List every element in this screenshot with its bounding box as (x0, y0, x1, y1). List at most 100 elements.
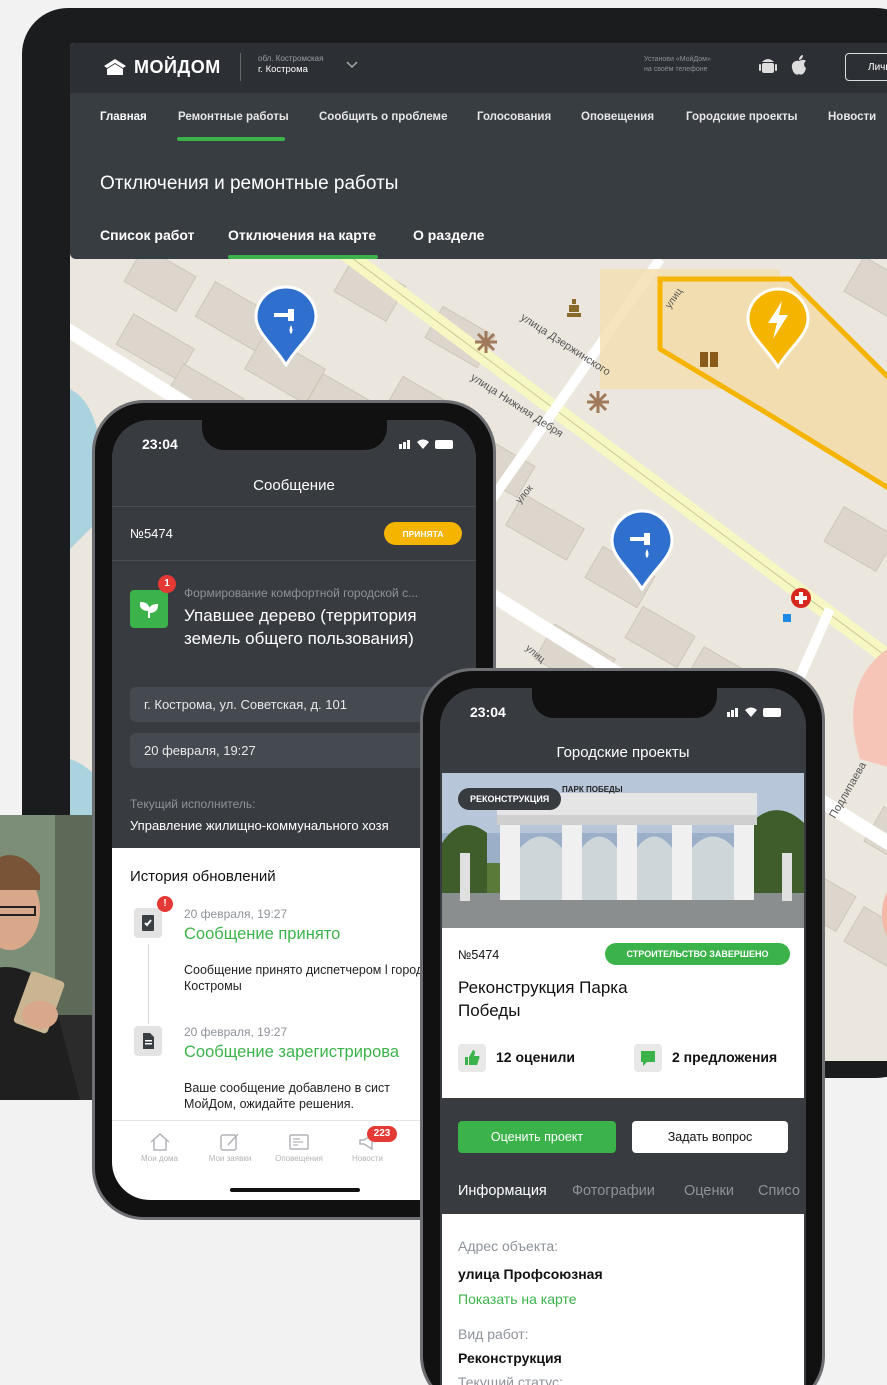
water-outage-pin-icon-2[interactable] (610, 509, 674, 591)
nav-item-main[interactable]: Главная (100, 111, 147, 123)
region-name: обл. Костромская (258, 54, 324, 63)
tab-list[interactable]: Списо (758, 1183, 800, 1199)
tab-ratings[interactable]: Оценки (684, 1183, 734, 1199)
work-type-value: Реконструкция (458, 1350, 562, 1366)
apple-icon[interactable] (790, 55, 808, 77)
tab-work-list[interactable]: Список работ (100, 227, 194, 243)
executor-value: Управление жилищно-коммунального хозя (130, 818, 389, 833)
status-badge: ПРИНЯТА (384, 522, 462, 545)
proposals-icon-box (634, 1044, 662, 1072)
sprout-icon (139, 601, 159, 618)
edit-icon (220, 1133, 239, 1151)
tab-my-homes-label: Мои дома (141, 1154, 178, 1163)
message-category: Формирование комфортной городской с... (184, 586, 419, 600)
phone-projects-screen: 23:04 Городские проекты ПАРК ПОБЕДЫ РЕКО… (440, 688, 806, 1385)
status-time: 23:04 (142, 436, 178, 452)
region-selector[interactable]: обл. Костромская г. Кострома (258, 53, 323, 75)
ask-question-button[interactable]: Задать вопрос (632, 1121, 788, 1153)
history-alert-badge: ! (157, 896, 173, 912)
tab-alerts-label: Оповещения (275, 1154, 323, 1163)
work-type-label: Вид работ: (458, 1326, 529, 1342)
project-info-panel: Адрес объекта: улица Профсоюзная Показат… (442, 1214, 804, 1385)
ratings-icon-box (458, 1044, 486, 1072)
executor-label: Текущий исполнитель: (130, 797, 256, 811)
address-label: Адрес объекта: (458, 1238, 559, 1254)
document-icon (143, 1033, 154, 1049)
nav-item-city-projects[interactable]: Городские проекты (686, 111, 797, 123)
person-photo (0, 815, 95, 1100)
tab-my-requests[interactable]: Мои заявки (200, 1132, 260, 1163)
project-title: Реконструкция Парка Победы (458, 978, 628, 1020)
nav-item-votes[interactable]: Голосования (477, 111, 551, 123)
project-status-badge: СТРОИТЕЛЬСТВО ЗАВЕРШЕНО (605, 943, 790, 965)
show-on-map-link[interactable]: Показать на карте (458, 1291, 577, 1307)
news-count-badge: 223 (367, 1126, 397, 1142)
screen-title: Сообщение (253, 477, 335, 494)
install-app-note: Установи «МойДом» на своём телефоне (644, 55, 711, 75)
history-text-2: Ваше сообщение добавлено в сист МойДом, … (184, 1081, 390, 1111)
list-icon (289, 1134, 309, 1150)
site-header: МОЙДОМ обл. Костромская г. Кострома Уста… (70, 43, 887, 93)
project-photo: ПАРК ПОБЕДЫ РЕКОНСТРУКЦИЯ (442, 773, 804, 928)
phone-city-projects: 23:04 Городские проекты ПАРК ПОБЕДЫ РЕКО… (420, 668, 825, 1385)
message-number: №5474 (130, 526, 173, 541)
history-icon-accepted (134, 908, 162, 938)
arch-sign: ПАРК ПОБЕДЫ (562, 785, 623, 794)
flower-icon (475, 331, 497, 353)
status-icons (399, 439, 453, 449)
section-title: Отключения и ремонтные работы (100, 173, 399, 194)
rate-project-button[interactable]: Оценить проект (458, 1121, 616, 1153)
nav-item-report[interactable]: Сообщить о проблеме (319, 111, 447, 123)
history-title: История обновлений (130, 868, 276, 885)
proposals-count: 2 предложения (672, 1049, 778, 1065)
city-name: г. Кострома (258, 64, 308, 75)
monument-icon (567, 299, 581, 317)
install-line-1: Установи «МойДом» (644, 56, 711, 63)
home-icon (150, 1132, 169, 1151)
project-type-tag: РЕКОНСТРУКЦИЯ (458, 788, 562, 810)
android-icon[interactable] (759, 57, 777, 77)
cabinet-button[interactable]: Личный (845, 53, 887, 81)
comment-icon (641, 1051, 655, 1066)
nav-item-repairs[interactable]: Ремонтные работы (178, 111, 289, 123)
power-outage-pin-icon[interactable] (746, 287, 810, 369)
flower-icon-2 (587, 391, 609, 413)
history-title-2: Сообщение зарегистрирова (184, 1043, 400, 1061)
site-logo[interactable]: МОЙДОМ (102, 57, 221, 78)
tab-info[interactable]: Информация (458, 1183, 547, 1199)
address-value: улица Профсоюзная (458, 1266, 603, 1282)
install-line-2: на своём телефоне (644, 66, 708, 73)
project-card: №5474 СТРОИТЕЛЬСТВО ЗАВЕРШЕНО Реконструк… (442, 928, 804, 1098)
tab-news-label: Новости (352, 1154, 383, 1163)
tab-photos[interactable]: Фотографии (572, 1183, 655, 1199)
clipboard-check-icon (142, 915, 154, 931)
tab-outages-map[interactable]: Отключения на карте (228, 227, 376, 243)
history-title-1: Сообщение принято (184, 925, 341, 943)
category-alert-badge: 1 (158, 575, 176, 593)
status-label: Текущий статус: (458, 1374, 563, 1385)
history-date-1: 20 февраля, 19:27 (184, 907, 288, 921)
phone-notch-2 (532, 688, 717, 718)
chevron-down-icon[interactable] (346, 61, 358, 69)
tab-alerts[interactable]: Оповещения (268, 1132, 330, 1163)
main-nav: Главная Ремонтные работы Сообщить о проб… (70, 93, 887, 141)
history-date-2: 20 февраля, 19:27 (184, 1025, 288, 1039)
status-icons-2 (727, 707, 781, 717)
thumbs-up-icon (465, 1050, 480, 1065)
nav-item-news[interactable]: Новости (828, 111, 876, 123)
nav-item-alerts[interactable]: Оповещения (581, 111, 654, 123)
project-number: №5474 (458, 948, 500, 962)
history-text-1: Сообщение принято диспетчером l города К… (184, 963, 431, 993)
tab-about[interactable]: О разделе (413, 227, 484, 243)
status-time-2: 23:04 (470, 704, 506, 720)
ratings-count: 12 оценили (496, 1049, 575, 1065)
history-icon-registered (134, 1026, 162, 1056)
bus-stop-icon (783, 614, 791, 622)
site-logo-text: МОЙДОМ (134, 57, 221, 77)
tab-my-homes[interactable]: Мои дома (132, 1132, 187, 1163)
category-icon (130, 590, 168, 628)
phone-notch (202, 420, 387, 450)
hospital-icon (791, 588, 811, 608)
water-outage-pin-icon[interactable] (254, 285, 318, 367)
section-header: Отключения и ремонтные работы Список раб… (70, 141, 887, 259)
